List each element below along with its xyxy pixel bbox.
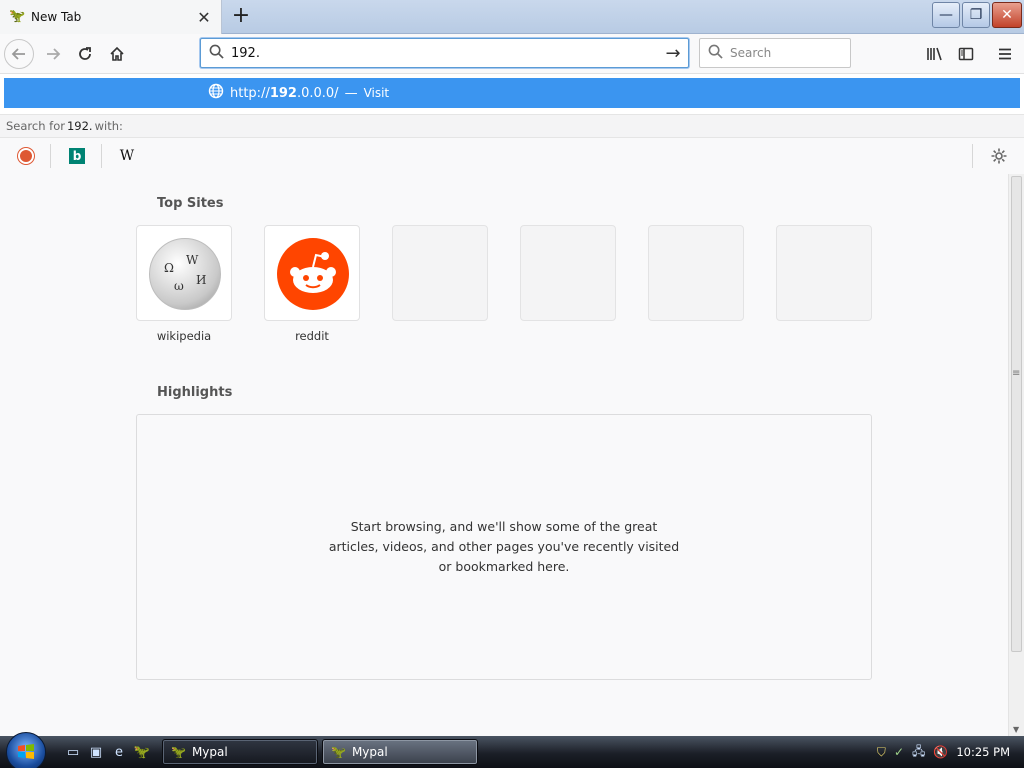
internet-explorer-icon[interactable]: e <box>110 744 128 760</box>
windows-taskbar: ▭ ▣ e 🦖 🦖 Mypal 🦖 Mypal ⛉ ✓ 🖧 🔇 10:25 PM <box>0 732 1024 768</box>
start-button[interactable] <box>6 732 46 768</box>
search-placeholder: Search <box>730 46 772 60</box>
highlights-empty-state: Start browsing, and we'll show some of t… <box>136 414 872 680</box>
navigation-toolbar: 192. → Search <box>0 34 1024 74</box>
tab-close-icon[interactable]: ✕ <box>193 6 215 28</box>
divider <box>50 144 51 168</box>
volume-muted-icon[interactable]: 🔇 <box>933 745 948 759</box>
tab-new-tab[interactable]: 🦖 New Tab ✕ <box>0 0 222 34</box>
tab-title: New Tab <box>31 10 82 24</box>
url-bar[interactable]: 192. → <box>200 38 689 68</box>
hamburger-menu-icon <box>999 48 1011 60</box>
home-button[interactable] <box>102 39 132 69</box>
divider <box>972 144 973 168</box>
search-icon <box>700 44 730 63</box>
reload-button[interactable] <box>70 39 100 69</box>
search-settings-gear-icon[interactable] <box>988 145 1010 167</box>
top-site-tile-empty[interactable] <box>392 225 488 321</box>
library-button[interactable] <box>920 39 950 69</box>
taskbar-button-mypal[interactable]: 🦖 Mypal <box>322 739 478 765</box>
top-sites-heading: Top Sites <box>157 196 224 211</box>
back-arrow-icon <box>11 48 25 60</box>
page-scrollbar[interactable]: ≡ ▼ <box>1008 174 1024 736</box>
suggestion-url: http://192.0.0.0/ <box>230 85 339 101</box>
suggestion-action: Visit <box>363 86 390 100</box>
highlights-heading: Highlights <box>157 385 233 400</box>
suggestion-visit-row[interactable]: http://192.0.0.0/ — Visit <box>4 78 1020 108</box>
top-site-label: reddit <box>295 329 329 343</box>
wikipedia-icon[interactable]: W <box>116 145 138 167</box>
scroll-grip-icon: ≡ <box>1012 368 1021 379</box>
top-site-label: wikipedia <box>156 329 212 343</box>
back-button[interactable] <box>4 39 34 69</box>
network-icon[interactable]: 🖧 <box>912 742 925 763</box>
home-icon <box>110 46 124 61</box>
show-desktop-icon[interactable]: ▭ <box>64 744 82 760</box>
clock[interactable]: 10:25 PM <box>956 745 1010 759</box>
top-site-tile-empty[interactable] <box>776 225 872 321</box>
windows-logo-icon <box>18 744 34 759</box>
reload-icon <box>79 47 91 60</box>
scrollbar-thumb[interactable] <box>1011 176 1022 652</box>
top-site-tile-empty[interactable] <box>520 225 616 321</box>
close-window-button[interactable]: ✕ <box>992 2 1022 28</box>
restore-button[interactable]: ❐ <box>962 2 990 28</box>
minimize-button[interactable]: — <box>932 2 960 28</box>
new-tab-content: Top Sites Ω W И ω wikipedia reddit Highl… <box>0 174 1008 736</box>
bing-icon[interactable]: b <box>66 145 88 167</box>
library-icon <box>927 47 942 61</box>
search-icon <box>201 44 231 63</box>
scroll-down-arrow-icon[interactable]: ▼ <box>1013 725 1019 734</box>
suggestion-separator: — <box>344 85 358 101</box>
browser-window: 🦖 New Tab ✕ + — ❐ ✕ 192. → Search http:/… <box>0 0 1024 768</box>
mypal-quicklaunch-icon[interactable]: 🦖 <box>133 744 151 760</box>
forward-arrow-icon <box>47 48 61 60</box>
url-input[interactable]: 192. <box>231 46 658 61</box>
one-off-search-engines: b W <box>0 138 1024 174</box>
mypal-favicon-icon: 🦖 <box>9 9 26 24</box>
duckduckgo-icon[interactable] <box>15 145 37 167</box>
divider <box>101 144 102 168</box>
top-site-tile-wikipedia[interactable]: Ω W И ω <box>136 225 232 321</box>
update-icon[interactable]: ✓ <box>894 745 904 759</box>
forward-button[interactable] <box>38 39 68 69</box>
wikipedia-icon: Ω W И ω <box>149 238 221 310</box>
switch-windows-icon[interactable]: ▣ <box>87 744 105 760</box>
search-for-label: Search for 192. with: <box>0 114 1024 138</box>
tab-strip: 🦖 New Tab ✕ + — ❐ ✕ <box>0 0 1024 34</box>
mypal-icon: 🦖 <box>171 745 186 759</box>
sidebar-icon <box>958 47 974 61</box>
globe-icon <box>208 83 224 103</box>
reddit-icon <box>277 238 349 310</box>
highlights-message: Start browsing, and we'll show some of t… <box>328 519 680 574</box>
mypal-icon: 🦖 <box>331 745 346 759</box>
go-arrow-icon[interactable]: → <box>658 43 688 64</box>
taskbar-button-mypal[interactable]: 🦖 Mypal <box>162 739 318 765</box>
search-box[interactable]: Search <box>699 38 851 68</box>
system-tray: ⛉ ✓ 🖧 🔇 10:25 PM <box>872 736 1024 768</box>
window-controls: — ❐ ✕ <box>932 2 1022 28</box>
url-autocomplete-popup: http://192.0.0.0/ — Visit Search for 192… <box>0 74 1024 174</box>
security-shield-icon[interactable]: ⛉ <box>877 745 886 760</box>
top-site-tile-reddit[interactable] <box>264 225 360 321</box>
sidebar-button[interactable] <box>951 39 981 69</box>
top-site-tile-empty[interactable] <box>648 225 744 321</box>
new-tab-button[interactable]: + <box>228 4 254 30</box>
menu-button[interactable] <box>990 39 1020 69</box>
